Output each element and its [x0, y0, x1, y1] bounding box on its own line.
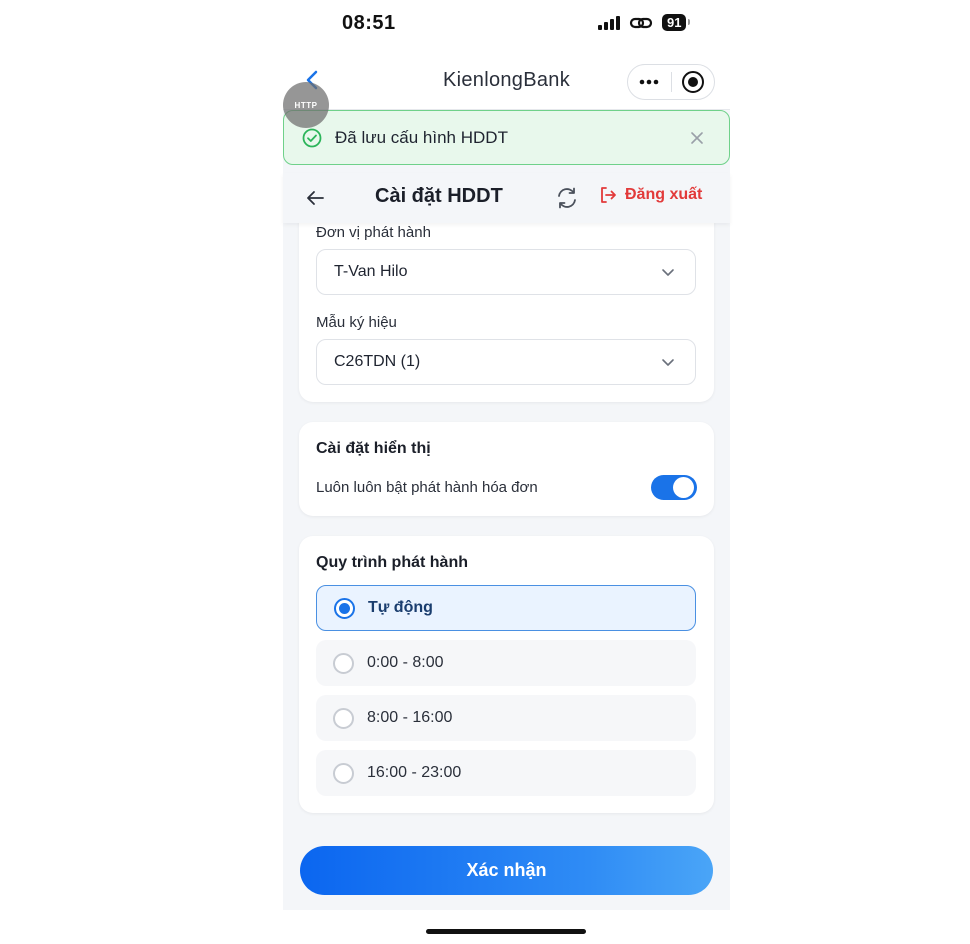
mini-app-bar: KienlongBank: [283, 50, 730, 110]
issuer-value: T-Van Hilo: [334, 263, 408, 280]
target-icon: [681, 71, 704, 93]
status-time: 08:51: [342, 12, 396, 34]
more-button[interactable]: [628, 65, 671, 99]
issuer-select[interactable]: T-Van Hilo: [316, 249, 696, 295]
close-miniapp-button[interactable]: [671, 65, 714, 99]
radio-option-0-8[interactable]: 0:00 - 8:00: [316, 640, 696, 686]
radio-unselected-icon: [333, 707, 354, 729]
logout-icon: [601, 187, 616, 203]
close-icon: [691, 131, 703, 144]
app-screen: KienlongBank HTTP Đã lưu cấu hình HDDT C…: [283, 50, 730, 910]
home-indicator: [426, 929, 586, 934]
radio-unselected-icon: [333, 652, 354, 674]
success-toast: Đã lưu cấu hình HDDT: [283, 110, 730, 165]
issuance-process-title: Quy trình phát hành: [316, 554, 468, 571]
issuance-process-card: Quy trình phát hành Tự động 0:00 - 8:00 …: [299, 536, 714, 813]
chevron-down-icon: [662, 269, 674, 276]
issuer-label: Đơn vị phát hành: [316, 224, 431, 241]
signal-icon: [598, 15, 620, 30]
radio-option-8-16[interactable]: 8:00 - 16:00: [316, 695, 696, 741]
http-badge[interactable]: HTTP: [283, 82, 329, 128]
logout-button[interactable]: Đăng xuất: [599, 186, 702, 204]
radio-unselected-icon: [333, 762, 354, 784]
link-icon: [629, 17, 653, 28]
issuer-card: Đơn vị phát hành T-Van Hilo Mẫu ký hiệu …: [299, 200, 714, 402]
radio-option-label: 0:00 - 8:00: [367, 654, 444, 671]
template-label: Mẫu ký hiệu: [316, 314, 397, 331]
refresh-icon[interactable]: [555, 186, 579, 210]
status-icons: 91: [598, 14, 692, 31]
logout-label: Đăng xuất: [625, 186, 703, 203]
check-circle-icon: [302, 128, 322, 147]
radio-option-16-23[interactable]: 16:00 - 23:00: [316, 750, 696, 796]
display-settings-card: Cài đặt hiển thị Luôn luôn bật phát hành…: [299, 422, 714, 516]
page-header: Cài đặt HDDT Đăng xuất: [283, 173, 730, 223]
chevron-down-icon: [662, 359, 674, 366]
more-icon: [639, 79, 659, 85]
battery-icon: 91: [662, 14, 692, 31]
template-select[interactable]: C26TDN (1): [316, 339, 696, 385]
display-settings-title: Cài đặt hiển thị: [316, 440, 431, 457]
radio-option-label: 16:00 - 23:00: [367, 764, 462, 781]
arrow-left-icon[interactable]: [305, 187, 327, 209]
confirm-button[interactable]: Xác nhận: [300, 846, 713, 895]
radio-option-label: Tự động: [368, 599, 433, 616]
radio-option-auto[interactable]: Tự động: [316, 585, 696, 631]
mini-app-capsule: [627, 64, 715, 100]
page-title: Cài đặt HDDT: [375, 185, 503, 207]
toast-close-button[interactable]: [687, 128, 707, 148]
template-value: C26TDN (1): [334, 353, 421, 370]
always-issue-toggle[interactable]: [651, 475, 697, 500]
radio-option-label: 8:00 - 16:00: [367, 709, 453, 726]
always-issue-label: Luôn luôn bật phát hành hóa đơn: [316, 479, 538, 496]
toggle-knob: [673, 477, 694, 498]
radio-selected-icon: [334, 597, 355, 619]
toast-message: Đã lưu cấu hình HDDT: [335, 127, 508, 147]
